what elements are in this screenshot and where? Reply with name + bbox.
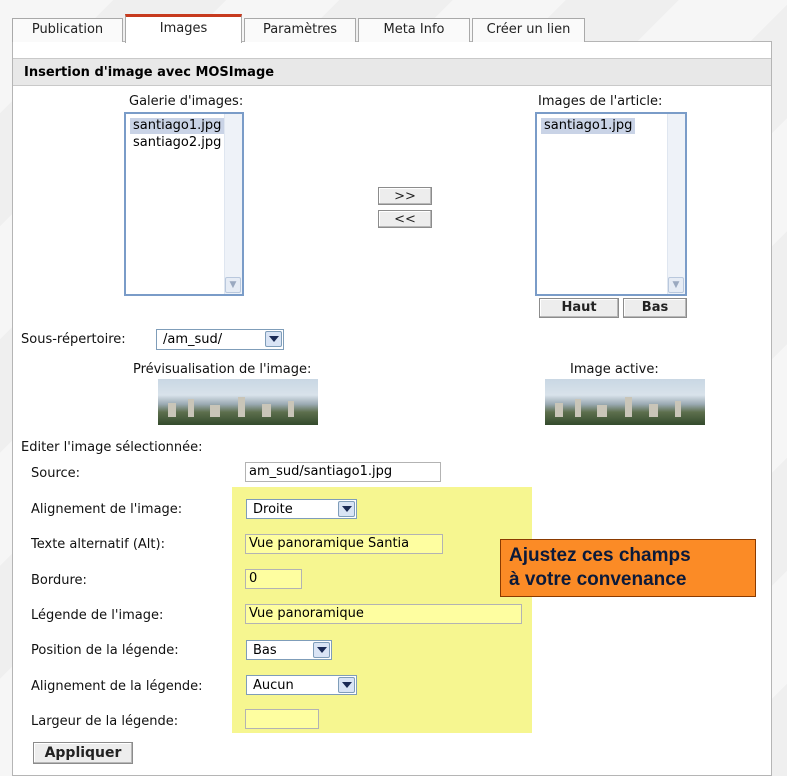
article-images-label: Images de l'article:: [538, 94, 663, 109]
chevron-down-icon[interactable]: [313, 642, 330, 658]
alignment-label: Alignement de l'image:: [31, 502, 183, 517]
gallery-item-santiago2[interactable]: santiago2.jpg: [130, 135, 224, 151]
tab-parametres[interactable]: Paramètres: [244, 18, 356, 42]
scroll-down-icon[interactable]: ▼: [225, 277, 241, 293]
alignment-select[interactable]: Droite: [246, 499, 357, 519]
preview-label: Prévisualisation de l'image:: [133, 362, 312, 377]
source-label: Source:: [31, 466, 81, 481]
article-scrollbar[interactable]: ▼: [667, 114, 685, 294]
caption-alignment-value: Aucun: [253, 678, 294, 693]
tab-meta-info[interactable]: Meta Info: [358, 18, 470, 42]
gallery-item-santiago1[interactable]: santiago1.jpg: [130, 118, 225, 134]
alt-text-label: Texte alternatif (Alt):: [31, 537, 165, 552]
caption-input[interactable]: Vue panoramique: [245, 604, 522, 624]
source-input[interactable]: am_sud/santiago1.jpg: [245, 462, 441, 482]
border-input[interactable]: 0: [245, 569, 302, 589]
caption-alignment-select[interactable]: Aucun: [246, 675, 357, 695]
caption-position-value: Bas: [253, 643, 277, 658]
chevron-down-icon[interactable]: [338, 677, 355, 693]
active-image: [545, 379, 705, 425]
tab-creer-un-lien[interactable]: Créer un lien: [472, 18, 585, 42]
callout-line-2: à votre convenance: [509, 569, 687, 590]
caption-width-label: Largeur de la légende:: [31, 714, 179, 729]
subdirectory-select[interactable]: /am_sud/: [156, 329, 284, 350]
tab-images[interactable]: Images: [125, 14, 242, 43]
caption-width-input[interactable]: [245, 709, 319, 729]
subdirectory-label: Sous-répertoire:: [21, 332, 126, 347]
edit-section-label: Editer l'image sélectionnée:: [21, 440, 203, 455]
move-down-button[interactable]: Bas: [623, 298, 687, 318]
gallery-scrollbar[interactable]: ▼: [224, 114, 242, 294]
caption-label: Légende de l'image:: [31, 608, 164, 623]
caption-alignment-label: Alignement de la légende:: [31, 679, 203, 694]
add-to-article-button[interactable]: >>: [378, 187, 432, 205]
caption-position-select[interactable]: Bas: [246, 640, 332, 660]
chevron-down-icon[interactable]: [265, 331, 282, 347]
article-item-santiago1[interactable]: santiago1.jpg: [541, 118, 636, 134]
gallery-listbox[interactable]: santiago1.jpg santiago2.jpg ▼: [124, 112, 244, 296]
alt-text-input[interactable]: Vue panoramique Santia: [245, 534, 443, 554]
remove-from-article-button[interactable]: <<: [378, 210, 432, 228]
preview-image: [158, 379, 318, 425]
article-images-listbox[interactable]: santiago1.jpg ▼: [535, 112, 687, 296]
gallery-label: Galerie d'images:: [129, 94, 244, 109]
panel-title: Insertion d'image avec MOSImage: [13, 58, 771, 86]
callout-line-1: Ajustez ces champs: [509, 545, 691, 566]
border-label: Bordure:: [31, 573, 87, 588]
instruction-callout: Ajustez ces champs à votre convenance: [500, 539, 756, 597]
chevron-down-icon[interactable]: [338, 501, 355, 517]
scroll-down-icon[interactable]: ▼: [668, 277, 684, 293]
subdirectory-value: /am_sud/: [163, 332, 223, 347]
images-panel: Insertion d'image avec MOSImage Galerie …: [12, 41, 772, 776]
caption-position-label: Position de la légende:: [31, 643, 179, 658]
move-up-button[interactable]: Haut: [539, 298, 619, 318]
tab-publication[interactable]: Publication: [12, 18, 123, 42]
alignment-value: Droite: [253, 502, 293, 517]
active-image-label: Image active:: [570, 362, 659, 377]
apply-button[interactable]: Appliquer: [33, 742, 133, 764]
